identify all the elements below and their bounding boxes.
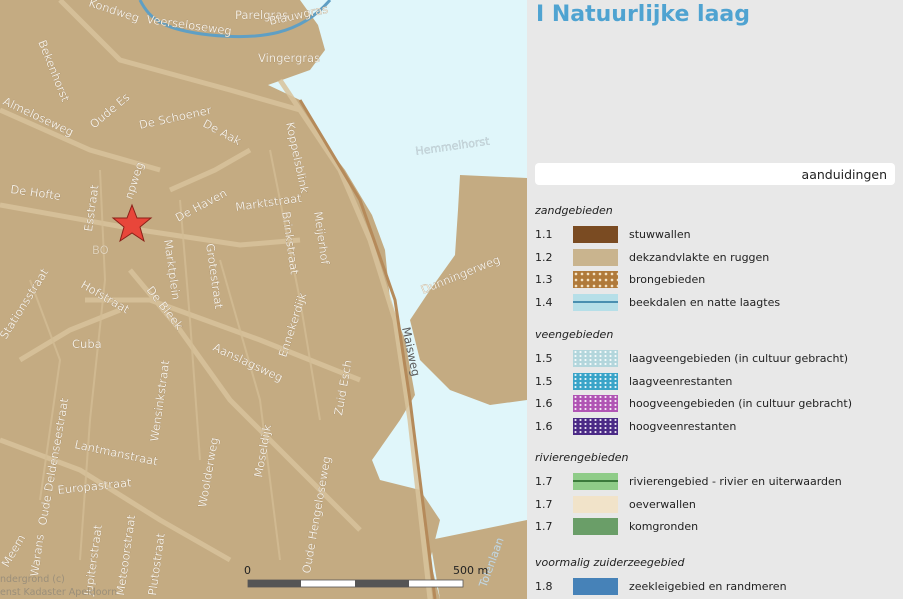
attribution-line: enst Kadaster Apeldoorn [0,587,117,598]
legend-item-code: 1.3 [535,273,553,286]
attribution-line: ndergrond (c) [0,574,65,585]
legend-item-code: 1.7 [535,497,553,511]
legend-item: 1.3 brongebieden [535,271,895,289]
legend-item-code: 1.5 [535,352,553,365]
legend-item-label: hoogveengebieden (in cultuur gebracht) [629,397,852,410]
legend-item: 1.4 beekdalen en natte laagtes [535,293,895,312]
legend-item: 1.7 komgronden [535,518,895,536]
legend-item-code: 1.6 [535,419,553,433]
legend-item-code: 1.6 [535,397,553,410]
legend-swatch [573,395,618,412]
legend-group-title: zandgebieden [535,204,613,217]
legend-item-label: stuwwallen [629,228,691,241]
legend-swatch [573,372,618,390]
legend-swatch [573,271,618,288]
map-view[interactable]: Kondweg Veerseloseweg Parelgras Blauwgra… [0,0,527,599]
legend-item-label: beekdalen en natte laagtes [629,295,781,309]
street-label: BO [92,243,109,257]
legend-item-label: komgronden [629,520,699,533]
legend-swatch [573,495,618,513]
legend-item-label: laagveengebieden (in cultuur gebracht) [629,352,849,365]
legend-swatch [573,473,618,490]
street-label: Cuba [72,337,102,351]
legend-item: 1.5 laagveenrestanten [535,372,895,391]
legend-item-label: dekzandvlakte en ruggen [629,250,770,264]
legend-panel: I Natuurlijke laag aanduidingen zandgebi… [527,0,903,599]
legend-item-code: 1.1 [535,228,553,241]
legend-item: 1.7 oeverwallen [535,495,895,514]
legend-item-code: 1.5 [535,374,553,388]
legend-title: I Natuurlijke laag [536,2,751,27]
legend-swatch [573,518,618,535]
legend-swatch [573,248,618,266]
legend-item-code: 1.8 [535,580,553,593]
legend-item: 1.7 rivierengebied - rivier en uiterwaard… [535,473,895,491]
legend-item-label: brongebieden [629,273,706,286]
legend-item: 1.6 hoogveengebieden (in cultuur gebracht… [535,395,895,413]
legend-item: 1.6 hoogveenrestanten [535,417,895,436]
legend-swatch [573,578,618,595]
legend-item-label: rivierengebied - rivier en uiterwaarden [629,475,842,488]
legend-swatch [573,350,618,367]
legend-item: 1.1 stuwwallen [535,226,895,244]
legend-swatch [573,226,618,243]
legend-item-code: 1.4 [535,295,553,309]
legend-item: 1.8 zeekleigebied en randmeren [535,578,895,596]
legend-swatch [573,293,618,311]
legend-item: 1.2 dekzandvlakte en ruggen [535,248,895,267]
legend-group-title: veengebieden [535,328,614,341]
legend-item-label: laagveenrestanten [629,374,733,388]
legend-item-code: 1.7 [535,475,553,488]
street-label: Vingergras [258,51,320,65]
legend-item-label: zeekleigebied en randmeren [629,580,787,593]
legend-swatch [573,417,618,435]
aanduidingen-field[interactable]: aanduidingen [535,163,895,185]
legend-group-title: voormalig zuiderzeegebied [535,556,685,569]
scale-end-label: 500 m [453,564,488,577]
legend-item-label: oeverwallen [629,497,696,511]
map-canvas[interactable]: Kondweg Veerseloseweg Parelgras Blauwgra… [0,0,527,599]
legend-group-title: rivierengebieden [535,451,629,464]
legend-item-label: hoogveenrestanten [629,419,737,433]
legend-item-code: 1.2 [535,250,553,264]
scale-start-label: 0 [244,564,251,577]
legend-item: 1.5 laagveengebieden (in cultuur gebracht… [535,350,895,368]
legend-item-code: 1.7 [535,520,553,533]
